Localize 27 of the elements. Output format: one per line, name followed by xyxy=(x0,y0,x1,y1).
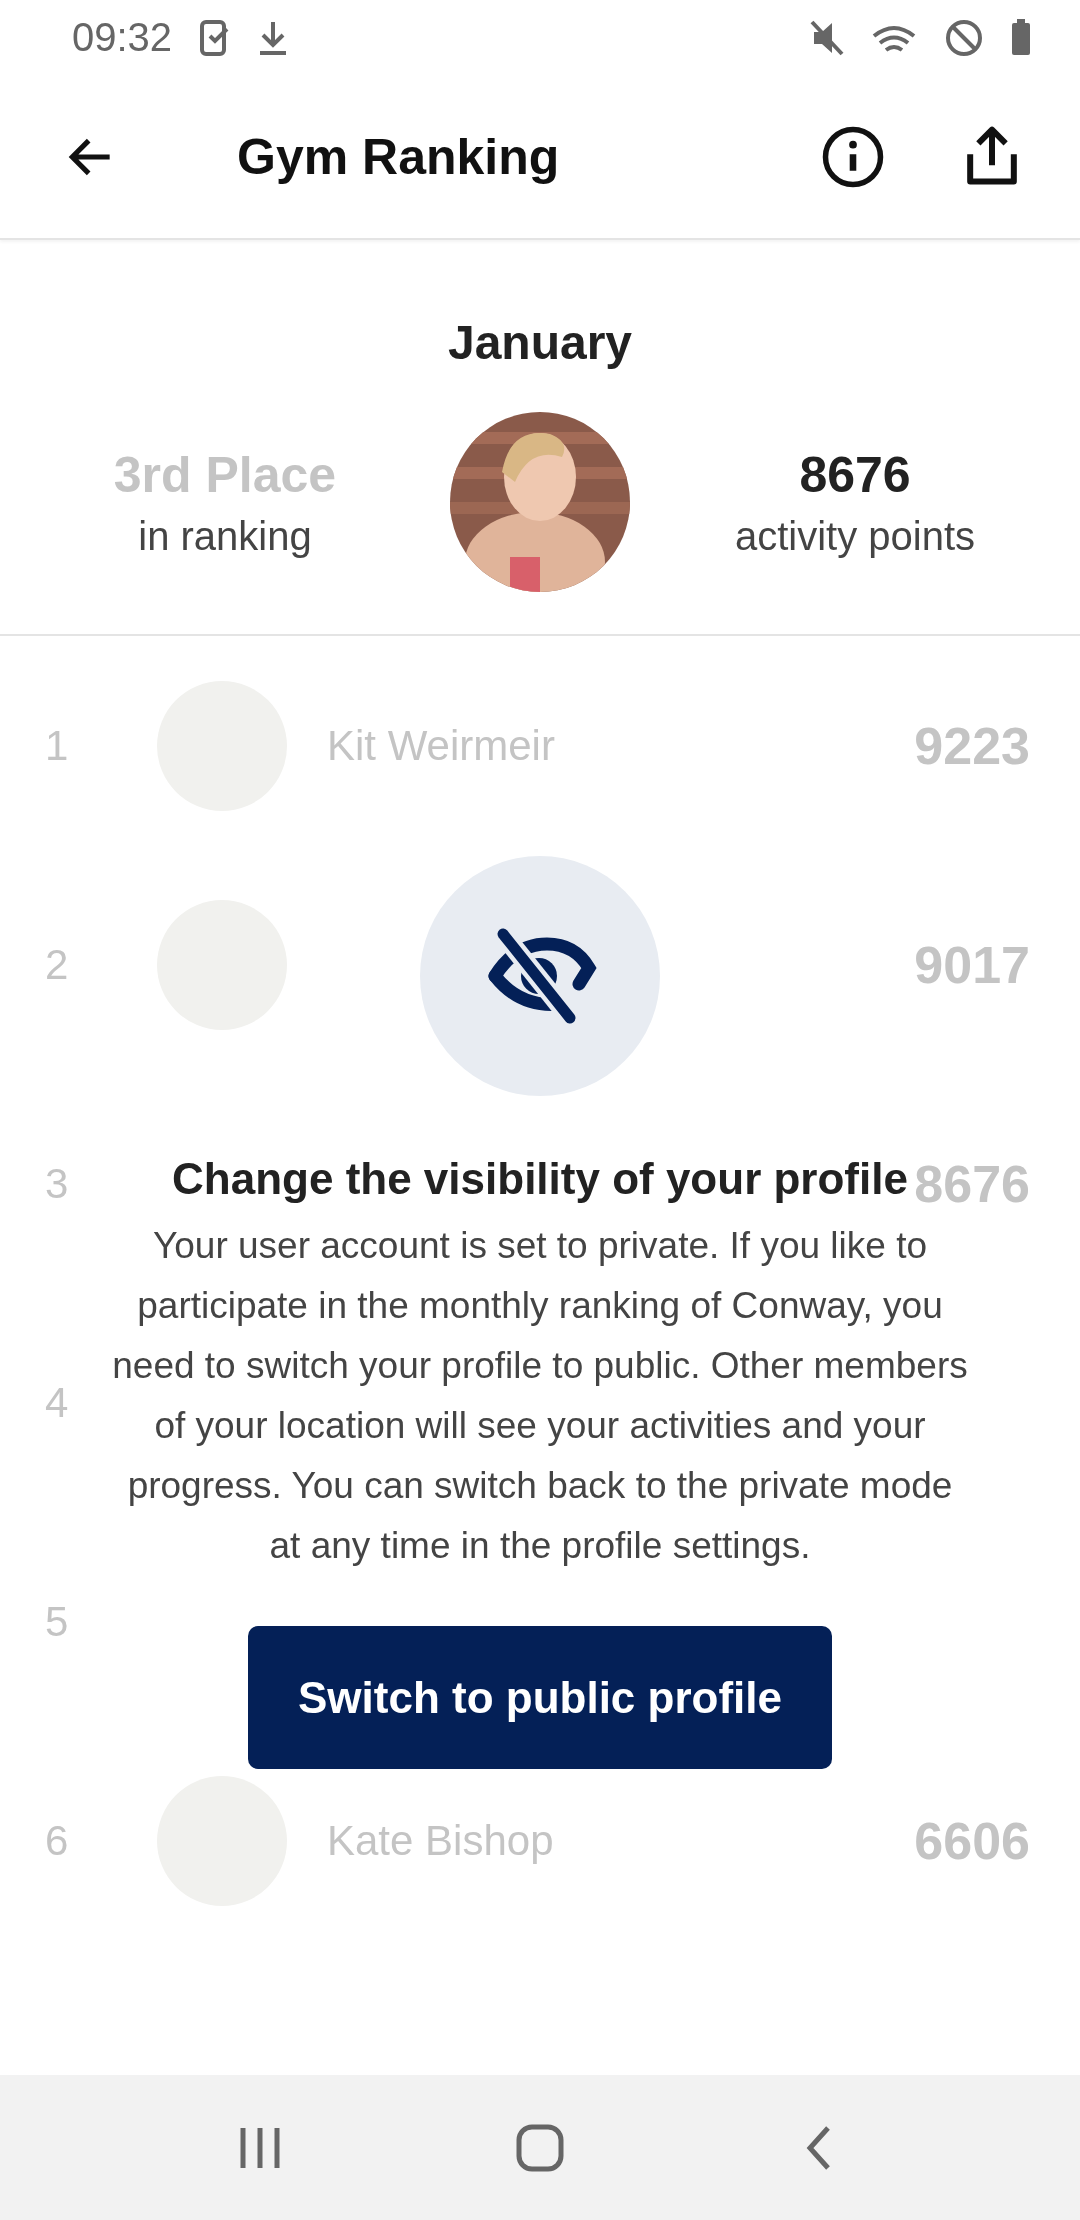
rank-number: 2 xyxy=(45,940,70,989)
switch-public-button[interactable]: Switch to public profile xyxy=(248,1626,832,1769)
rank-number: 6 xyxy=(45,1816,70,1865)
member-points: 9223 xyxy=(914,715,1030,776)
points-value: 8676 xyxy=(799,445,911,504)
notice-title: Change the visibility of your profile xyxy=(172,1154,908,1204)
member-name: Kit Weirmeir xyxy=(327,721,556,770)
status-time: 09:32 xyxy=(72,15,173,60)
rank-number: 4 xyxy=(45,1378,70,1427)
member-points: 6606 xyxy=(914,1810,1030,1871)
blocked-icon xyxy=(944,17,984,58)
place-caption: in ranking xyxy=(138,513,312,559)
member-points: 8676 xyxy=(914,1153,1030,1214)
rank-number: 1 xyxy=(45,721,70,770)
member-points: 9017 xyxy=(914,934,1030,995)
member-name: Kate Bishop xyxy=(327,1816,555,1865)
phone-check-icon xyxy=(200,19,231,56)
download-icon xyxy=(258,19,289,56)
notice-text: Your user account is set to private. If you like to participate in the monthly ranking of Conway, you need to switch your profile to public. Other members of your location will see your activities and your progress. You can switch back to the private mode at any time in the profile settings. xyxy=(111,1224,969,1568)
screen-title: Gym Ranking xyxy=(237,127,561,186)
place-value: 3rd Place xyxy=(113,445,337,504)
points-caption: activity points xyxy=(734,513,976,559)
rank-number: 5 xyxy=(45,1597,70,1646)
battery-icon xyxy=(1012,18,1030,57)
home-icon[interactable] xyxy=(515,2122,565,2173)
rank-number: 3 xyxy=(45,1159,70,1208)
month-title: January xyxy=(447,315,633,370)
